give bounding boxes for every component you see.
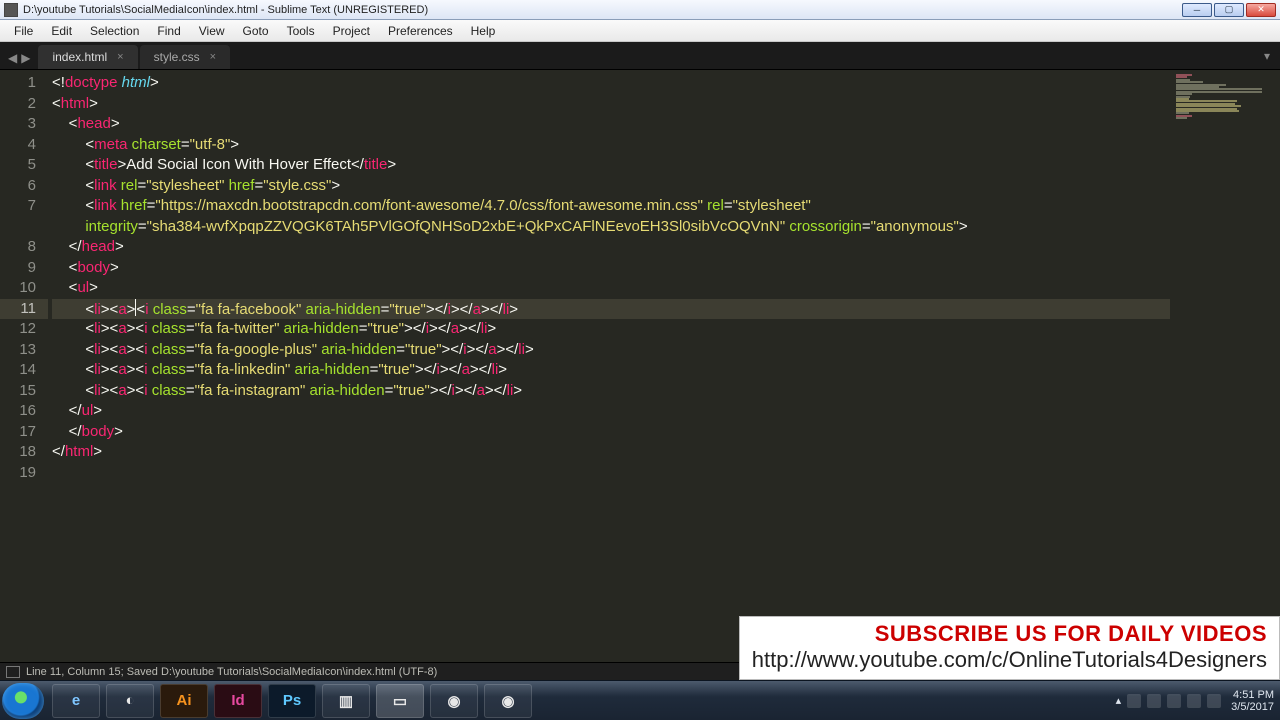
clock[interactable]: 4:51 PM 3/5/2017	[1227, 689, 1274, 713]
menu-view[interactable]: View	[191, 22, 233, 40]
status-icon	[6, 666, 20, 678]
tray-icon[interactable]	[1167, 694, 1181, 708]
banner-line1: SUBSCRIBE US FOR DAILY VIDEOS	[752, 621, 1267, 647]
taskbar-app[interactable]: Ai	[160, 684, 208, 718]
window-title: D:\youtube Tutorials\SocialMediaIcon\ind…	[23, 4, 1182, 16]
menu-edit[interactable]: Edit	[43, 22, 80, 40]
tab-bar: ◀ ▶ index.html × style.css × ▾	[0, 42, 1280, 70]
tray-chevron-icon[interactable]: ▴	[1116, 694, 1122, 707]
menu-project[interactable]: Project	[325, 22, 378, 40]
menu-help[interactable]: Help	[463, 22, 504, 40]
banner-line2: http://www.youtube.com/c/OnlineTutorials…	[752, 647, 1267, 673]
nav-fwd-icon[interactable]: ▶	[21, 51, 30, 65]
taskbar-app[interactable]: ▭	[376, 684, 424, 718]
tab-close-icon[interactable]: ×	[210, 51, 216, 63]
nav-back-icon[interactable]: ◀	[8, 51, 17, 65]
tray-icon[interactable]	[1127, 694, 1141, 708]
tray-icon[interactable]	[1147, 694, 1161, 708]
menu-selection[interactable]: Selection	[82, 22, 147, 40]
code-area[interactable]: <!doctype html><html> <head> <meta chars…	[48, 70, 1170, 662]
taskbar-app[interactable]: Ps	[268, 684, 316, 718]
taskbar-app[interactable]: Id	[214, 684, 262, 718]
taskbar-app[interactable]: ◉	[430, 684, 478, 718]
menu-preferences[interactable]: Preferences	[380, 22, 461, 40]
menu-find[interactable]: Find	[149, 22, 188, 40]
tab-index-html[interactable]: index.html ×	[38, 45, 137, 69]
window-titlebar: D:\youtube Tutorials\SocialMediaIcon\ind…	[0, 0, 1280, 20]
taskbar-app[interactable]: ▥	[322, 684, 370, 718]
menu-bar: FileEditSelectionFindViewGotoToolsProjec…	[0, 20, 1280, 42]
overlay-banner: SUBSCRIBE US FOR DAILY VIDEOS http://www…	[739, 616, 1280, 680]
close-button[interactable]: ✕	[1246, 3, 1276, 17]
menu-file[interactable]: File	[6, 22, 41, 40]
minimize-button[interactable]: ─	[1182, 3, 1212, 17]
maximize-button[interactable]: ▢	[1214, 3, 1244, 17]
minimap[interactable]	[1170, 70, 1280, 662]
tab-close-icon[interactable]: ×	[117, 51, 123, 63]
menu-tools[interactable]: Tools	[279, 22, 323, 40]
app-icon	[4, 3, 18, 17]
tab-label: style.css	[154, 50, 200, 64]
taskbar-app[interactable]: ◉	[484, 684, 532, 718]
menu-goto[interactable]: Goto	[235, 22, 277, 40]
taskbar: e◐AiIdPs▥▭◉◉ ▴ 4:51 PM 3/5/2017	[0, 680, 1280, 720]
taskbar-app[interactable]: e	[52, 684, 100, 718]
tray-icon[interactable]	[1187, 694, 1201, 708]
gutter: 12345678910111213141516171819	[0, 70, 48, 662]
tab-style-css[interactable]: style.css ×	[140, 45, 230, 69]
editor[interactable]: 12345678910111213141516171819 <!doctype …	[0, 70, 1280, 662]
tab-overflow-icon[interactable]: ▾	[1264, 49, 1280, 69]
taskbar-app[interactable]: ◐	[106, 684, 154, 718]
start-button[interactable]	[2, 683, 44, 719]
system-tray[interactable]: ▴ 4:51 PM 3/5/2017	[1116, 689, 1280, 713]
tray-icon[interactable]	[1207, 694, 1221, 708]
status-text: Line 11, Column 15; Saved D:\youtube Tut…	[26, 666, 437, 678]
tab-label: index.html	[52, 50, 107, 64]
